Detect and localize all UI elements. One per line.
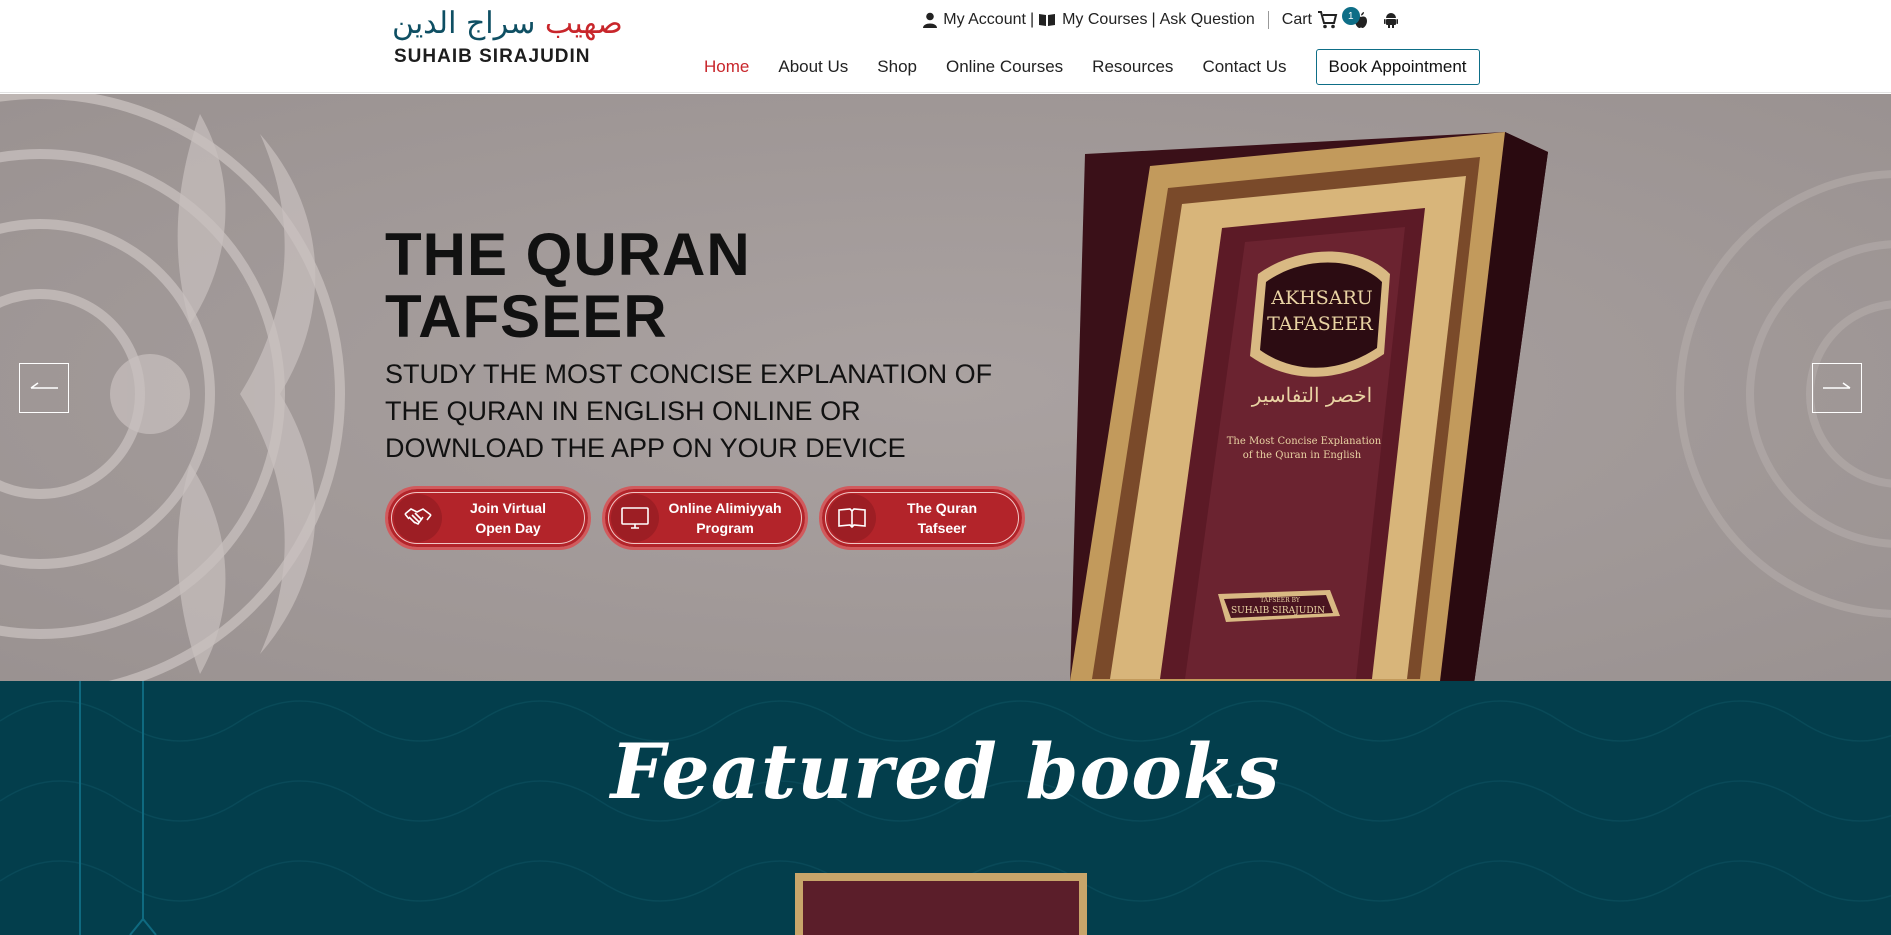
nav-online-courses[interactable]: Online Courses [946,57,1063,77]
svg-text:AKHSARU: AKHSARU [1270,287,1373,309]
hero-title: THE QURAN TAFSEER [385,224,751,348]
my-courses-label: My Courses [1062,11,1148,28]
featured-books-section: Featured books [0,681,1891,935]
hero-title-line1: THE QURAN [385,221,751,288]
featured-book-cover[interactable] [795,873,1087,935]
featured-books-heading: Featured books [610,727,1281,816]
divider: | [1029,11,1035,28]
page: صهيب سراج الدين SUHAIB SIRAJUDIN My Acco… [0,0,1891,935]
svg-text:of the Quran in English: of the Quran in English [1243,450,1362,461]
cta-label-line1: The Quran [906,500,977,516]
cart-icon [1318,11,1338,29]
site-logo[interactable]: صهيب سراج الدين SUHAIB SIRAJUDIN [392,6,623,70]
logo-arabic-name: صهيب [544,6,623,41]
book-open-icon [1039,14,1056,26]
monitor-icon [611,494,659,542]
top-utility-bar: My Account | My Courses | Ask Question C… [923,7,1398,32]
cta-label-line1: Online Alimiyyah [668,500,782,516]
quran-tafseer-button[interactable]: The Quran Tafseer [819,486,1025,550]
arrow-left-icon [30,382,58,389]
nav-about-us[interactable]: About Us [778,57,848,77]
svg-text:اخصر التفاسير: اخصر التفاسير [1251,383,1372,407]
divider: | [1151,11,1156,28]
svg-text:TAFASEER: TAFASEER [1267,313,1373,335]
book-appointment-button[interactable]: Book Appointment [1315,49,1480,85]
cta-label-line1: Join Virtual [470,500,546,516]
my-account-label: My Account [943,11,1026,28]
online-alimiyyah-program-button[interactable]: Online Alimiyyah Program [602,486,808,550]
nav-contact-us[interactable]: Contact Us [1202,57,1286,77]
cta-label-line2: Program [696,520,754,536]
logo-arabic: صهيب سراج الدين [392,6,623,42]
handshake-icon [394,494,442,542]
svg-text:The Most Concise Explanation: The Most Concise Explanation [1227,436,1382,447]
my-courses-link[interactable]: My Courses [1038,11,1147,29]
arrow-right-icon [1823,382,1851,389]
my-account-link[interactable]: My Account [923,11,1026,29]
join-virtual-open-day-button[interactable]: Join Virtual Open Day [385,486,591,550]
site-header: صهيب سراج الدين SUHAIB SIRAJUDIN My Acco… [0,0,1891,93]
divider [1267,11,1269,29]
hero-subtitle: STUDY THE MOST CONCISE EXPLANATION OF TH… [385,359,993,463]
nav-resources[interactable]: Resources [1092,57,1173,77]
slider-next-button[interactable] [1812,363,1862,413]
cta-label-line2: Open Day [475,520,541,536]
nav-home[interactable]: Home [704,57,749,77]
cart-label: Cart [1281,11,1312,28]
cart-link[interactable]: Cart 1 [1281,7,1360,29]
cta-label-line2: Tafseer [917,520,967,536]
nav-shop[interactable]: Shop [877,57,917,77]
user-icon [923,12,938,28]
svg-text:TAFSEER BY: TAFSEER BY [1260,597,1301,604]
android-icon[interactable] [1384,12,1398,28]
svg-text:SUHAIB SIRAJUDIN: SUHAIB SIRAJUDIN [1231,606,1325,616]
cart-count-badge: 1 [1341,7,1360,25]
open-book-icon [828,494,876,542]
hero-title-line2: TAFSEER [385,283,668,350]
slider-prev-button[interactable] [19,363,69,413]
hero-cta-buttons: Join Virtual Open Day Online Alimiyyah P… [385,486,1025,550]
main-nav: Home About Us Shop Online Courses Resour… [704,49,1480,85]
logo-arabic-surname: سراج الدين [392,6,536,41]
hero-slider: AKHSARU TAFASEER اخصر التفاسير The Most … [0,94,1891,681]
ask-question-link[interactable]: Ask Question [1160,11,1255,29]
logo-english: SUHAIB SIRAJUDIN [394,46,591,67]
